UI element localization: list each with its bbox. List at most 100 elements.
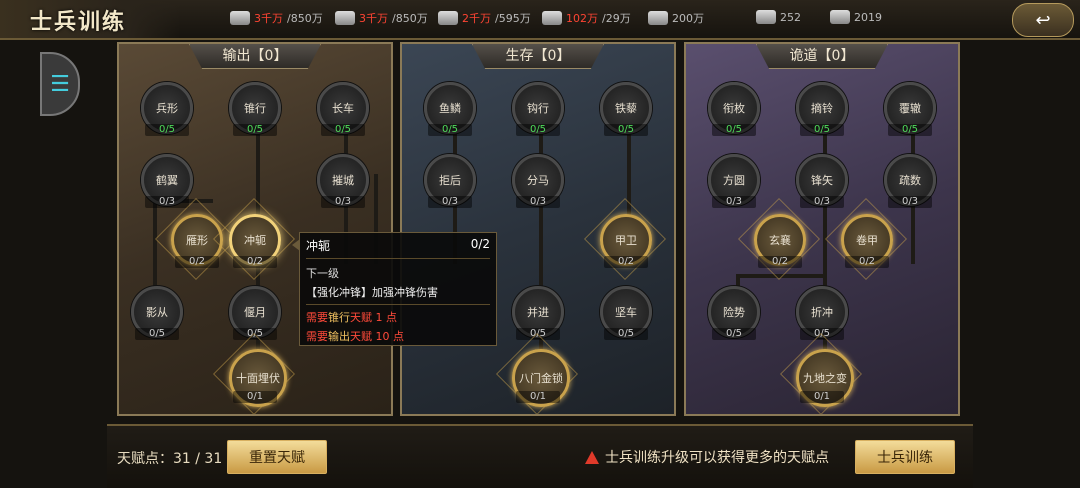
tooltip-header: 冲轭 0/2 [306,237,490,254]
req-text: 需要 [306,330,328,343]
talent-node[interactable]: 方圆 0/3 [708,154,760,208]
talent-count: 0/5 [604,328,648,340]
talent-name: 八门金锁 [519,372,563,385]
output-talent-panel: 输出【0】 兵形 0/5 锥行 0/5 长车 0/5 鹤翼 0/3 摧城 0/3 雁形 0/2 冲轭 0/… [117,42,393,416]
talent-node[interactable]: 卷甲 0/2 [824,197,908,281]
talent-node[interactable]: 十面埋伏 0/1 [212,332,296,414]
req-text: 天赋 [350,311,372,324]
talent-node[interactable]: 鹤翼 0/3 [141,154,193,208]
talent-count: 0/3 [888,196,932,208]
talent-node[interactable]: 偃月 0/5 [229,286,281,340]
tooltip-talent-count: 0/2 [470,237,490,251]
talent-node[interactable]: 玄襄 0/2 [737,197,821,281]
resource-coin: 200万 [648,10,704,26]
iron-icon [542,11,562,25]
talent-count: 0/2 [175,256,219,268]
talent-name: 甲卫 [615,234,637,247]
talent-node[interactable]: 八门金锁 0/1 [495,332,579,414]
resource-value: 2019 [854,10,882,24]
talent-count: 0/2 [845,256,889,268]
talent-node[interactable]: 鱼鳞 0/5 [424,82,476,136]
reset-talent-button[interactable]: 重置天赋 [227,440,327,474]
tooltip-next-level: 下一级 [306,267,339,280]
talent-name: 衔枚 [723,102,745,115]
talent-count: 0/3 [428,196,472,208]
talent-node[interactable]: 并进 0/5 [512,286,564,340]
resource-grain: 3千万/850万 [230,10,323,26]
talent-count: 0/5 [604,124,648,136]
side-menu-button[interactable]: ☰ [40,52,80,116]
resource-iron: 102万/29万 [542,10,631,26]
resource-value: 2千万 [462,12,491,25]
talent-count: 0/5 [233,124,277,136]
talent-name: 覆辙 [899,102,921,115]
talent-node[interactable]: 钩行 0/5 [512,82,564,136]
resource-value: 102万 [566,12,598,25]
talent-name: 卷甲 [856,234,878,247]
talent-name: 折冲 [811,306,833,319]
panel-title: 输出【0】 [189,44,321,69]
talent-count: 0/2 [758,256,802,268]
talent-count: 0/5 [800,124,844,136]
talent-node[interactable]: 分马 0/3 [512,154,564,208]
tooltip-arrow [292,239,300,251]
divider [306,304,490,305]
talent-name: 铁藜 [615,102,637,115]
talent-count: 0/3 [800,196,844,208]
talent-name: 拒后 [439,174,461,187]
talent-count: 0/3 [516,196,560,208]
grain-icon [230,11,250,25]
talent-count: 0/5 [428,124,472,136]
talent-node[interactable]: 疏数 0/3 [884,154,936,208]
talent-node[interactable]: 影从 0/5 [131,286,183,340]
talent-node[interactable]: 拒后 0/3 [424,154,476,208]
tooltip-talent-name: 冲轭 [306,239,331,253]
talent-node[interactable]: 锥行 0/5 [229,82,281,136]
talent-name: 锋矢 [811,174,833,187]
silver-ingot-icon [830,10,850,24]
talent-name: 锥行 [244,102,266,115]
talent-node[interactable]: 险势 0/5 [708,286,760,340]
back-button[interactable]: ↩ [1012,3,1074,37]
top-bar: 士兵训练 3千万/850万 3千万/850万 2千万/595万 102万/29万 200… [0,0,1080,40]
resource-value: 3千万 [359,12,388,25]
talent-node[interactable]: 锋矢 0/3 [796,154,848,208]
resource-value: 200万 [672,12,704,25]
talent-node[interactable]: 甲卫 0/2 [583,197,667,281]
req-text: 需要 [306,311,328,324]
resource-wood: 3千万/850万 [335,10,428,26]
talent-node[interactable]: 长车 0/5 [317,82,369,136]
warning-icon [585,450,599,464]
talent-count: 0/5 [712,124,756,136]
talent-node[interactable]: 九地之变 0/1 [779,332,863,414]
soldier-training-button[interactable]: 士兵训练 [855,440,955,474]
talent-count: 0/3 [712,196,756,208]
talent-name: 九地之变 [803,372,847,385]
talent-node[interactable]: 兵形 0/5 [141,82,193,136]
talent-node[interactable]: 冲轭 0/2 [212,197,296,281]
talent-node[interactable]: 铁藜 0/5 [600,82,652,136]
talent-node[interactable]: 摘铃 0/5 [796,82,848,136]
talent-name: 险势 [723,306,745,319]
req-points: 1 点 [375,311,398,324]
resource-gold-ingot: 252 [756,10,801,24]
talent-name: 偃月 [244,306,266,319]
resource-stone: 2千万/595万 [438,10,531,26]
talent-name: 钩行 [527,102,549,115]
panel-title: 诡道【0】 [756,44,888,69]
talent-node[interactable]: 衔枚 0/5 [708,82,760,136]
upgrade-tip: 士兵训练升级可以获得更多的天赋点 [585,447,829,467]
talent-tooltip: 冲轭 0/2 下一级 【强化冲锋】加强冲锋伤害 需要锥行天赋 1 点 需要输出天… [292,232,497,346]
menu-icon: ☰ [50,71,70,97]
talent-node[interactable]: 摧城 0/3 [317,154,369,208]
talent-node[interactable]: 坚车 0/5 [600,286,652,340]
resource-silver-ingot: 2019 [830,10,882,24]
talent-name: 雁形 [186,234,208,247]
talent-name: 影从 [146,306,168,319]
stone-icon [438,11,458,25]
footer-bar: 天赋点：31 / 31 重置天赋 士兵训练升级可以获得更多的天赋点 士兵训练 [107,424,973,488]
talent-node[interactable]: 折冲 0/5 [796,286,848,340]
talent-node[interactable]: 覆辙 0/5 [884,82,936,136]
coin-icon [648,11,668,25]
talent-count: 0/1 [233,391,277,403]
